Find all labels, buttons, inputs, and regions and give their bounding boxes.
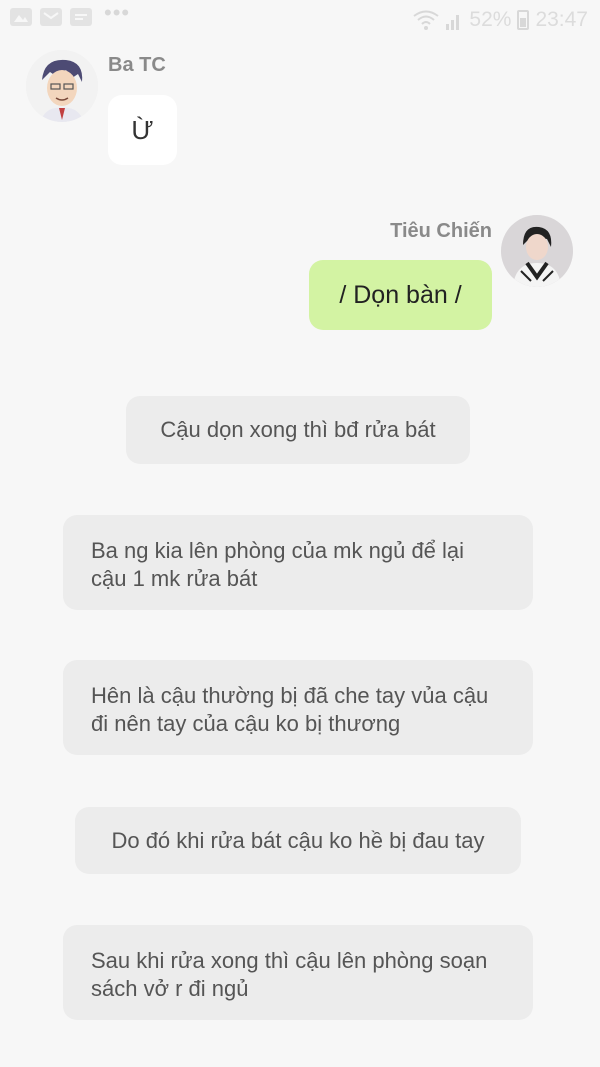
sender-name: Ba TC [108, 54, 166, 76]
message-bubble[interactable]: Ừ [108, 95, 177, 165]
wifi-icon [413, 10, 440, 30]
avatar-tieu-chien[interactable] [501, 215, 573, 287]
battery-icon [517, 10, 530, 30]
avatar-ba-tc[interactable] [26, 50, 98, 122]
narration-bubble[interactable]: Sau khi rửa xong thì cậu lên phòng soạn … [63, 925, 533, 1020]
image-icon [10, 8, 32, 26]
message-bubble[interactable]: / Dọn bàn / [309, 260, 492, 330]
narration-bubble[interactable]: Hên là cậu thường bị đã che tay vủa cậu … [63, 660, 533, 755]
more-dots-icon: ••• [104, 0, 131, 25]
battery-percent: 52% [469, 8, 512, 31]
clock: 23:47 [535, 8, 588, 31]
narration-bubble[interactable]: Do đó khi rửa bát cậu ko hề bị đau tay [75, 807, 521, 874]
signal-icon [446, 15, 460, 30]
status-bar: ••• 52% 23:47 [0, 0, 600, 38]
narration-bubble[interactable]: Ba ng kia lên phòng của mk ngủ để lại cậ… [63, 515, 533, 610]
sender-name: Tiêu Chiến [390, 220, 492, 242]
chat-screen: ••• 52% 23:47 Ba TC Ừ Tiêu Chiến / Dọn b… [0, 0, 600, 1067]
mail-icon [40, 8, 62, 26]
narration-bubble[interactable]: Cậu dọn xong thì bđ rửa bát [126, 396, 470, 464]
chat-icon [70, 8, 92, 26]
